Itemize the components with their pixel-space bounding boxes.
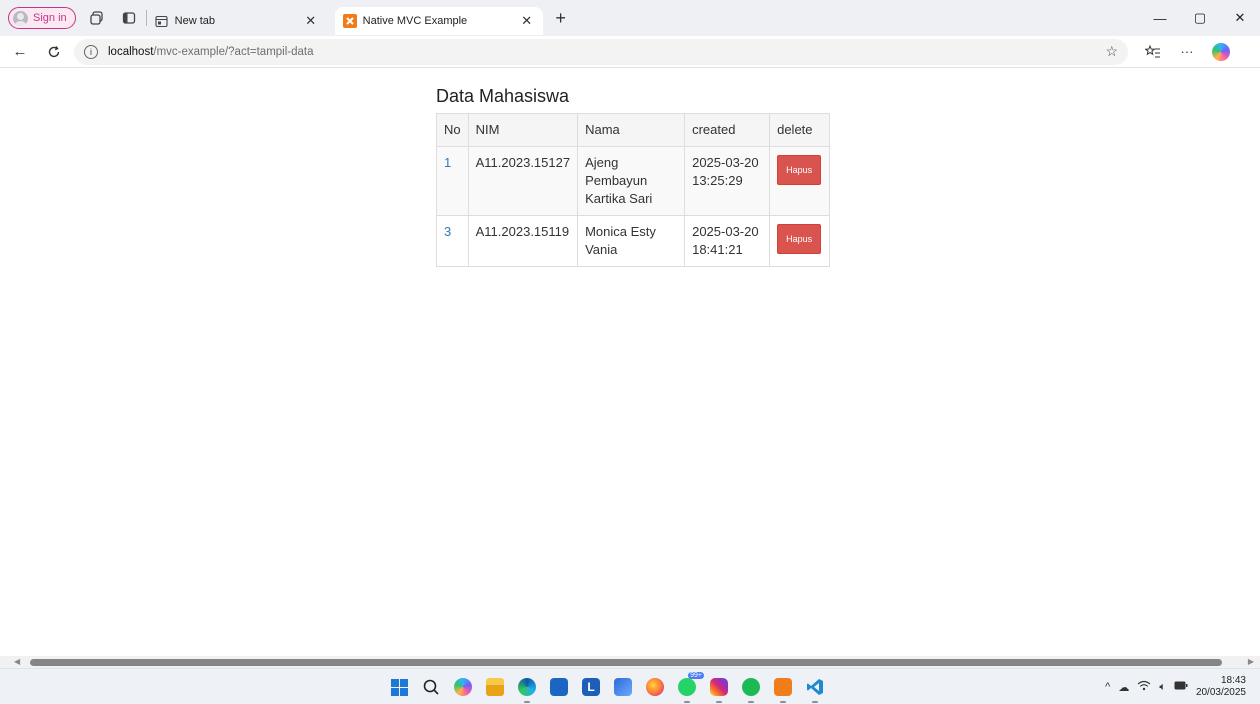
refresh-icon[interactable]: [40, 38, 68, 66]
row-number: 1: [444, 155, 452, 170]
spotify-icon[interactable]: [738, 674, 764, 703]
taskbar-apps: L 99+: [386, 672, 828, 703]
scroll-left-icon[interactable]: ◀: [14, 657, 20, 666]
address-bar[interactable]: i localhost/mvc-example/?act=tampil-data…: [74, 38, 1128, 65]
new-tab-plus-icon[interactable]: +: [549, 6, 573, 30]
cell-delete: Hapus: [769, 146, 831, 216]
running-indicator: [780, 701, 786, 703]
back-arrow-icon[interactable]: ←: [6, 38, 34, 66]
browser-toolbar: ← i localhost/mvc-example/?act=tampil-da…: [0, 36, 1260, 68]
cell-no: 3: [436, 215, 469, 267]
copilot-icon[interactable]: [1204, 38, 1238, 66]
sign-in-button[interactable]: Sign in: [8, 7, 76, 29]
running-indicator: [748, 701, 754, 703]
close-tab-icon[interactable]: ✕: [303, 13, 319, 29]
file-explorer-icon[interactable]: [482, 674, 508, 700]
cell-nama: Ajeng Pembayun Kartika Sari: [577, 146, 686, 216]
taskbar-clock[interactable]: 18:43 20/03/2025: [1196, 675, 1246, 699]
windows-taskbar: L 99+ ^ ☁ 🔈︎ 18:43 20/03/2025: [0, 668, 1260, 704]
header-nama: Nama: [577, 113, 686, 147]
close-tab-icon[interactable]: ✕: [519, 13, 535, 29]
site-info-icon[interactable]: i: [84, 44, 98, 59]
clock-date: 20/03/2025: [1195, 687, 1246, 698]
favorites-icon[interactable]: [1136, 38, 1170, 66]
system-tray: ^ ☁ 🔈︎ 18:43 20/03/2025: [1105, 675, 1246, 699]
cloud-sync-icon[interactable]: ☁: [1118, 681, 1129, 694]
cell-created: 2025-03-20 18:41:21: [684, 215, 771, 267]
maps-app-icon[interactable]: [610, 674, 636, 700]
tab-title: Native MVC Example: [362, 15, 468, 27]
new-tab-page-icon: [155, 14, 169, 28]
restore-icon[interactable]: ▢: [1180, 0, 1220, 36]
more-options-icon[interactable]: ···: [1170, 38, 1204, 66]
wifi-icon[interactable]: [1137, 680, 1151, 694]
copilot-app-icon[interactable]: [450, 674, 476, 700]
running-indicator: [716, 701, 722, 703]
cell-no: 1: [436, 146, 469, 216]
chevron-up-icon[interactable]: ^: [1105, 681, 1110, 693]
cell-nim: A11.2023.15119: [467, 215, 579, 267]
table-row: 1 A11.2023.15127 Ajeng Pembayun Kartika …: [436, 146, 831, 216]
sign-in-label: Sign in: [33, 12, 67, 24]
close-window-icon[interactable]: ✕: [1220, 0, 1260, 36]
mahasiswa-table: No NIM Nama created delete 1 A11.2023.15…: [436, 113, 831, 267]
cell-created: 2025-03-20 13:25:29: [684, 146, 771, 216]
table-row: 3 A11.2023.15119 Monica Esty Vania 2025-…: [436, 215, 831, 267]
scroll-right-icon[interactable]: ▶: [1248, 657, 1254, 666]
xampp-icon[interactable]: [770, 674, 796, 703]
window-controls: — ▢ ✕: [1140, 0, 1260, 36]
toolbar-right: ···: [1136, 38, 1238, 66]
cell-delete: Hapus: [769, 215, 831, 267]
clock-time: 18:43: [1220, 675, 1246, 686]
tab-native-mvc-example[interactable]: Native MVC Example ✕: [334, 7, 543, 35]
tab-new-tab[interactable]: New tab ✕: [147, 7, 327, 35]
minimize-icon[interactable]: —: [1140, 0, 1180, 36]
running-indicator: [684, 701, 690, 703]
xampp-favicon-icon: [342, 14, 357, 28]
horizontal-scrollbar[interactable]: ◀ ▶: [0, 656, 1260, 668]
header-delete: delete: [769, 113, 831, 147]
firefox-icon[interactable]: [642, 674, 668, 700]
l-app-icon[interactable]: L: [578, 674, 604, 700]
hapus-button[interactable]: Hapus: [777, 155, 822, 185]
table-header-row: No NIM Nama created delete: [436, 113, 831, 147]
workspaces-icon[interactable]: [86, 7, 108, 29]
cell-nim: A11.2023.15127: [467, 146, 579, 216]
browser-tab-bar: Sign in New tab ✕ Native MVC Example ✕ +…: [0, 0, 1260, 36]
microsoft-store-icon[interactable]: [546, 674, 572, 700]
vscode-icon[interactable]: [802, 674, 828, 703]
edge-browser-icon[interactable]: [514, 674, 540, 703]
battery-icon[interactable]: [1174, 681, 1188, 693]
header-created: created: [684, 113, 771, 147]
favorite-star-icon[interactable]: ☆: [1105, 43, 1118, 60]
start-windows-icon[interactable]: [386, 674, 412, 700]
header-nim: NIM: [467, 113, 579, 147]
search-icon[interactable]: [418, 674, 444, 700]
url-path: /mvc-example/?act=tampil-data: [153, 45, 314, 58]
whatsapp-icon[interactable]: 99+: [674, 672, 704, 703]
tab-actions-icon[interactable]: [118, 7, 140, 29]
whatsapp-unread-badge: 99+: [688, 672, 704, 679]
url-host: localhost: [108, 45, 154, 58]
tab-title: New tab: [174, 15, 215, 27]
instagram-icon[interactable]: [706, 674, 732, 703]
profile-avatar-icon: [13, 10, 28, 26]
volume-icon[interactable]: 🔈︎: [1159, 681, 1166, 694]
scrollbar-thumb[interactable]: [30, 659, 1222, 666]
cell-nama: Monica Esty Vania: [577, 215, 686, 267]
row-number: 3: [444, 224, 452, 239]
hapus-button[interactable]: Hapus: [777, 224, 822, 254]
page-content: Data Mahasiswa No NIM Nama created delet…: [0, 68, 1260, 656]
header-no: No: [436, 113, 469, 147]
running-indicator: [524, 701, 530, 703]
page-title: Data Mahasiswa: [436, 86, 570, 106]
running-indicator: [812, 701, 818, 703]
